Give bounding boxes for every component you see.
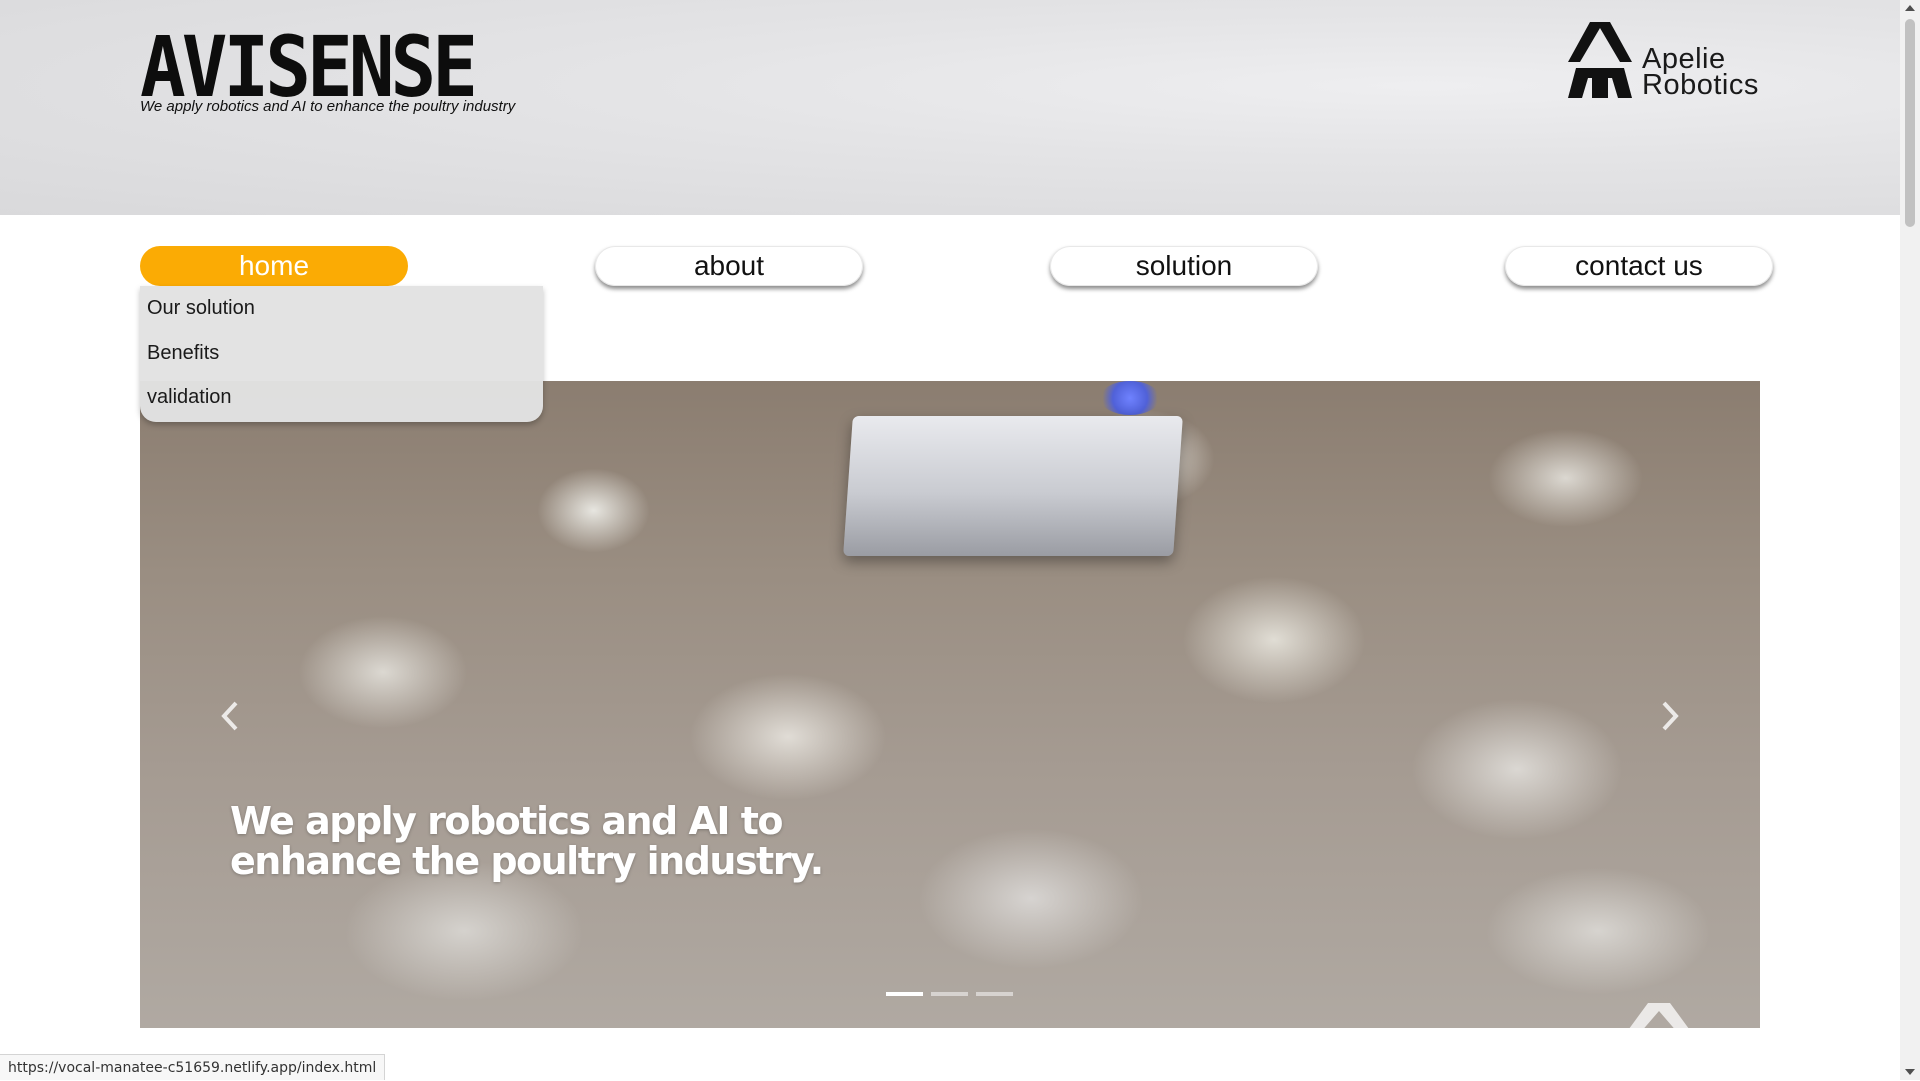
scroll-down-arrow-icon[interactable] (1900, 1063, 1920, 1080)
page-scrollbar[interactable] (1900, 0, 1920, 1080)
carousel-caption-line2: enhance the poultry industry. (230, 839, 824, 883)
scroll-up-arrow-icon[interactable] (1900, 0, 1920, 17)
carousel-caption: We apply robotics and AI to enhance the … (230, 801, 930, 881)
chevron-right-icon (1662, 701, 1679, 731)
hero-carousel: We apply robotics and AI to enhance the … (140, 381, 1760, 1028)
scrollbar-thumb[interactable] (1905, 19, 1915, 227)
brand-tagline: We apply robotics and AI to enhance the … (140, 98, 516, 115)
nav-contact-us-button[interactable]: contact us (1505, 246, 1773, 286)
nav-solution-button[interactable]: solution (1050, 246, 1318, 286)
site-header: AVISENSE We apply robotics and AI to enh… (0, 0, 1900, 215)
apelie-robotics-logo-icon (1568, 22, 1632, 98)
nav-home-button[interactable]: home (140, 246, 408, 286)
apelie-robotics-logo[interactable]: Apelie Robotics (1568, 20, 1768, 100)
carousel-caption-line1: We apply robotics and AI to (230, 799, 784, 843)
robot-beacon-light (1100, 381, 1160, 415)
dropdown-item-benefits[interactable]: Benefits (147, 338, 219, 368)
dropdown-item-our-solution[interactable]: Our solution (147, 293, 255, 323)
dropdown-item-validation[interactable]: validation (147, 382, 232, 412)
home-dropdown-menu: Our solution Benefits validation (140, 286, 543, 422)
partner-name-line2: Robotics (1642, 69, 1759, 101)
carousel-indicator-1[interactable] (886, 992, 923, 996)
avisense-logo[interactable]: AVISENSE (140, 25, 478, 109)
carousel-next-button[interactable] (1650, 691, 1690, 741)
carousel-indicator-3[interactable] (976, 992, 1013, 996)
watermark-logo-icon (1629, 1003, 1689, 1028)
chevron-left-icon (221, 701, 238, 731)
poultry-robot-image (843, 416, 1183, 556)
main-nav: home about solution contact us (0, 246, 1900, 290)
browser-status-bar: https://vocal-manatee-c51659.netlify.app… (0, 1054, 386, 1080)
carousel-indicator-2[interactable] (931, 992, 968, 996)
partner-name: Apelie Robotics (1642, 45, 1759, 101)
nav-about-button[interactable]: about (595, 246, 863, 286)
carousel-prev-button[interactable] (210, 691, 250, 741)
